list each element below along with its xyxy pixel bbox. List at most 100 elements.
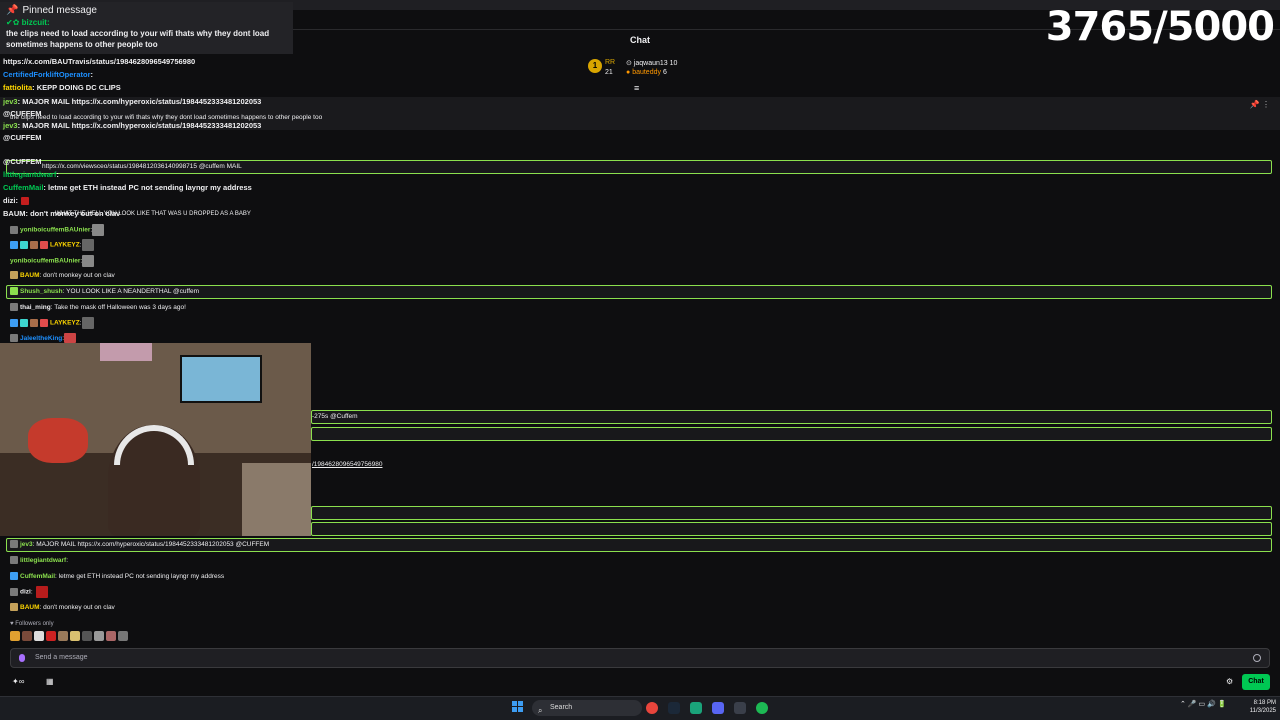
chat-message[interactable]: LAYKEYZ: — [10, 239, 96, 252]
highlighted-message-row[interactable] — [311, 522, 1272, 536]
emoji-icon[interactable] — [1253, 654, 1261, 662]
highlighted-message-row[interactable] — [311, 410, 1272, 424]
message-text: https://x.com/viewsceo/status/1984812036… — [42, 163, 242, 170]
emote-icon[interactable] — [22, 631, 32, 641]
emote-icon — [81, 239, 94, 251]
chat-username[interactable]: jev3 — [20, 541, 33, 548]
chat-message[interactable]: BAUM: don't monkey out on clav — [10, 270, 115, 282]
overlay-user[interactable]: jev3 — [3, 121, 18, 130]
rank-count: 21 — [605, 69, 613, 76]
filter-icon[interactable]: ≡ — [634, 83, 639, 93]
emote-icon[interactable] — [10, 631, 20, 641]
app-icon[interactable] — [734, 702, 746, 714]
chat-username[interactable]: littlegiantdwarf — [20, 557, 66, 564]
calendar-icon[interactable]: ▦ — [46, 677, 54, 686]
windows-start-icon[interactable] — [512, 701, 524, 713]
emote-icon[interactable] — [70, 631, 80, 641]
app-icon[interactable] — [690, 702, 702, 714]
chat-username[interactable]: CuffemMail — [20, 573, 55, 580]
chat-message[interactable]: LAYKEYZ: — [10, 317, 96, 330]
overlay-user[interactable]: BAUM — [3, 209, 26, 218]
spotify-icon[interactable] — [756, 702, 768, 714]
emote-icon[interactable] — [34, 631, 44, 641]
system-tray-icon[interactable]: ⌃ 🎤 ▭ 🔊 🔋 — [1180, 700, 1226, 708]
steam-icon[interactable] — [668, 702, 680, 714]
pinned-author[interactable]: bizcuit: — [22, 18, 50, 27]
message-text: : letme get ETH instead PC not sending l… — [55, 573, 225, 580]
heart-icon: ♥ — [10, 621, 14, 627]
overlay-line: jev3: MAJOR MAIL https://x.com/hyperoxic… — [3, 120, 261, 132]
emote-icon[interactable] — [46, 631, 56, 641]
chat-username[interactable]: BAUM — [20, 272, 40, 279]
user-badge-icon — [10, 572, 18, 581]
chat-username[interactable]: yoniboicuffemBAUnier — [10, 258, 80, 265]
chrome-icon[interactable] — [646, 702, 658, 714]
chat-username[interactable]: BAUM — [20, 604, 40, 611]
chat-message[interactable]: Shush_shush: YOU LOOK LIKE A NEANDERTHAL… — [10, 286, 199, 298]
chat-message[interactable]: thai_ming: Take the mask off Halloween w… — [10, 302, 186, 314]
chat-message[interactable]: yoniboicuffemBAUnier: — [10, 224, 106, 237]
emote-icon[interactable] — [82, 631, 92, 641]
overlay-line: jev3: MAJOR MAIL https://x.com/hyperoxic… — [3, 96, 261, 108]
emote-icon[interactable] — [58, 631, 68, 641]
overlay-line: dizi: — [3, 195, 31, 207]
chat-message[interactable]: dizi: — [10, 586, 50, 599]
taskbar-search[interactable]: ⌕ Search — [532, 700, 642, 716]
leaderboard-user-2-name: bauteddy — [632, 69, 661, 76]
chat-username[interactable]: LAYKEYZ — [50, 320, 80, 327]
leaderboard-user-2[interactable]: ● bauteddy 6 — [626, 69, 667, 76]
overlay-user[interactable]: CertifiedForkliftOperator — [3, 70, 91, 79]
chat-message[interactable]: yoniboicuffemBAUnier: — [10, 255, 96, 268]
chat-username[interactable]: JaleeltheKing — [20, 335, 62, 342]
chat-username[interactable]: yoniboicuffemBAUnier — [20, 227, 90, 234]
chat-message[interactable]: BAUM: don't monkey out on clav — [10, 602, 115, 614]
message-text: : don't monkey out on clav — [39, 272, 115, 279]
chat-input[interactable]: Send a message — [10, 648, 1270, 668]
overlay-line: fattiolita: KEPP DOING DC CLIPS — [3, 82, 121, 94]
microphone-icon[interactable] — [19, 654, 25, 662]
chat-username[interactable]: LAYKEYZ — [50, 242, 80, 249]
overlay-line: @CUFFEM — [3, 133, 42, 142]
webcam-plush — [28, 418, 88, 463]
overlay-line: CuffemMail: letme get ETH instead PC not… — [3, 182, 252, 194]
overlay-line: littlegiantdwarf: — [3, 169, 59, 181]
points-icon[interactable]: ✦∞ — [12, 677, 24, 686]
highlighted-message-row[interactable] — [311, 506, 1272, 520]
rank-badge: 1 — [588, 59, 602, 73]
overlay-user[interactable]: CuffemMail — [3, 183, 43, 192]
pin-actions-icon[interactable]: 📌 ⋮ — [1250, 100, 1270, 109]
chat-username[interactable]: dizi — [20, 589, 31, 596]
pinned-message[interactable]: 📌 Pinned message ✔✿ bizcuit: the clips n… — [0, 2, 293, 54]
discord-icon[interactable] — [712, 702, 724, 714]
chat-send-button[interactable]: Chat — [1242, 674, 1270, 690]
message-link[interactable]: /1984628096549756980 — [312, 459, 383, 471]
user-badge-icon — [10, 556, 18, 565]
gear-icon[interactable]: ⚙ — [1226, 677, 1233, 686]
chat-username[interactable]: thai_ming — [20, 304, 51, 311]
emote-icon[interactable] — [94, 631, 104, 641]
overlay-user[interactable]: dizi — [3, 196, 16, 205]
message-text: : — [30, 588, 33, 596]
overlay-text: : — [56, 170, 59, 179]
highlighted-message-row[interactable] — [311, 427, 1272, 441]
emote-icon[interactable] — [106, 631, 116, 641]
chat-message[interactable]: littlegiantdwarf: — [10, 555, 68, 567]
overlay-user[interactable]: jev3 — [3, 97, 18, 106]
leaderboard-user-1[interactable]: ⊙ jaqwaun13 10 — [626, 59, 677, 67]
emote-icon[interactable] — [118, 631, 128, 641]
chat-username[interactable]: Shush_shush — [20, 288, 63, 295]
user-badge-icon — [30, 319, 38, 327]
taskbar-date: 11/3/2025 — [1249, 708, 1276, 714]
bits-icon: ● — [626, 69, 631, 76]
app-root: 📌 Pinned message ✔✿ bizcuit: the clips n… — [0, 0, 1280, 720]
chat-message[interactable]: jev3: MAJOR MAIL https://x.com/hyperoxic… — [10, 539, 269, 551]
message-text: : don't monkey out on clav — [39, 604, 115, 611]
message-text: : Take the mask off Halloween was 3 days… — [50, 304, 186, 311]
chat-message[interactable]: CuffemMail: letme get ETH instead PC not… — [10, 571, 224, 583]
taskbar-clock[interactable]: 8:18 PM 11/3/2025 — [1238, 699, 1276, 715]
message-text: -275s @Cuffem — [312, 413, 358, 420]
chat-input-placeholder: Send a message — [35, 654, 88, 661]
overlay-user[interactable]: fattiolita — [3, 83, 32, 92]
overlay-user[interactable]: littlegiantdwarf — [3, 170, 56, 179]
chat-leaderboard[interactable]: 1 RR 21 ⊙ jaqwaun13 10 ● bauteddy 6 — [588, 57, 708, 83]
